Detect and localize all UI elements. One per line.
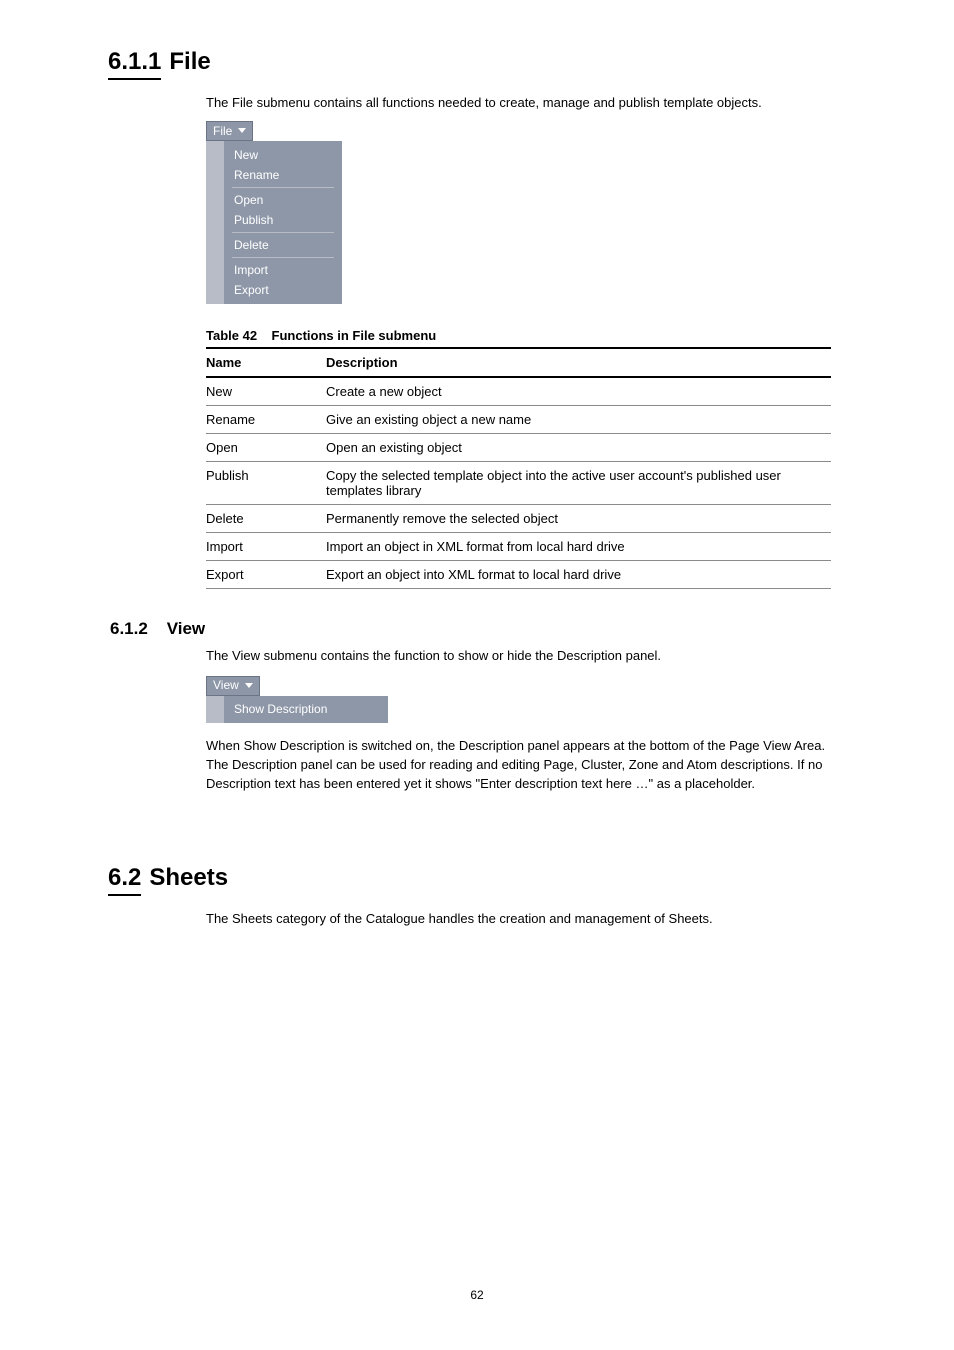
section-title: View bbox=[167, 619, 205, 638]
cell-desc: Create a new object bbox=[326, 384, 831, 399]
intro-paragraph: The File submenu contains all functions … bbox=[206, 94, 844, 113]
cell-name: Export bbox=[206, 567, 326, 582]
table-header-desc: Description bbox=[326, 355, 831, 370]
section-number: 6.2 bbox=[108, 864, 141, 896]
view-menu-button[interactable]: View bbox=[206, 676, 260, 696]
cell-name: Open bbox=[206, 440, 326, 455]
cell-name: Import bbox=[206, 539, 326, 554]
cell-name: Rename bbox=[206, 412, 326, 427]
section-heading: 6.1.2 View bbox=[110, 619, 844, 639]
chevron-down-icon bbox=[238, 128, 246, 133]
view-dropdown: Show Description bbox=[206, 696, 388, 723]
file-dropdown: New Rename Open Publish Delete Import Ex… bbox=[206, 141, 342, 304]
table-row: Import Import an object in XML format fr… bbox=[206, 533, 831, 561]
menu-separator bbox=[232, 187, 334, 188]
menu-separator bbox=[232, 257, 334, 258]
file-functions-table: Table 42 Functions in File submenu Name … bbox=[206, 328, 831, 589]
cell-name: Delete bbox=[206, 511, 326, 526]
menu-item-import[interactable]: Import bbox=[224, 260, 342, 280]
table-header-row: Name Description bbox=[206, 347, 831, 378]
page-number: 62 bbox=[470, 1288, 483, 1302]
dropdown-gutter bbox=[206, 141, 224, 304]
view-intro: The View submenu contains the function t… bbox=[206, 647, 844, 666]
table-row: Open Open an existing object bbox=[206, 434, 831, 462]
cell-name: New bbox=[206, 384, 326, 399]
cell-desc: Give an existing object a new name bbox=[326, 412, 831, 427]
table-row: Export Export an object into XML format … bbox=[206, 561, 831, 589]
sheets-intro: The Sheets category of the Catalogue han… bbox=[206, 910, 844, 929]
cell-desc: Export an object into XML format to loca… bbox=[326, 567, 831, 582]
view-body-paragraph: When Show Description is switched on, th… bbox=[206, 737, 844, 794]
menu-item-delete[interactable]: Delete bbox=[224, 235, 342, 255]
chevron-down-icon bbox=[245, 683, 253, 688]
table-caption-prefix: Table 42 bbox=[206, 328, 257, 343]
dropdown-gutter bbox=[206, 696, 224, 723]
table-row: Delete Permanently remove the selected o… bbox=[206, 505, 831, 533]
view-menu-label: View bbox=[213, 677, 239, 694]
menu-item-new[interactable]: New bbox=[224, 145, 342, 165]
menu-item-open[interactable]: Open bbox=[224, 190, 342, 210]
cell-desc: Import an object in XML format from loca… bbox=[326, 539, 831, 554]
section-number: 6.1.1 bbox=[108, 48, 161, 80]
menu-item-publish[interactable]: Publish bbox=[224, 210, 342, 230]
cell-name: Publish bbox=[206, 468, 326, 483]
file-menu-label: File bbox=[213, 124, 232, 138]
menu-item-export[interactable]: Export bbox=[224, 280, 342, 300]
menu-item-rename[interactable]: Rename bbox=[224, 165, 342, 185]
section-heading: 6.1.1 File bbox=[108, 48, 844, 80]
file-menu-button[interactable]: File bbox=[206, 121, 253, 141]
section-title: Sheets bbox=[149, 864, 228, 892]
table-row: New Create a new object bbox=[206, 378, 831, 406]
section-number: 6.1.2 bbox=[110, 619, 148, 638]
cell-desc: Permanently remove the selected object bbox=[326, 511, 831, 526]
section-title: File bbox=[169, 48, 210, 76]
cell-desc: Copy the selected template object into t… bbox=[326, 468, 831, 498]
table-header-name: Name bbox=[206, 355, 326, 370]
table-row: Rename Give an existing object a new nam… bbox=[206, 406, 831, 434]
section-heading: 6.2 Sheets bbox=[108, 864, 844, 896]
table-row: Publish Copy the selected template objec… bbox=[206, 462, 831, 505]
table-caption: Functions in File submenu bbox=[272, 328, 437, 343]
cell-desc: Open an existing object bbox=[326, 440, 831, 455]
menu-separator bbox=[232, 232, 334, 233]
menu-item-show-description[interactable]: Show Description bbox=[224, 698, 388, 721]
